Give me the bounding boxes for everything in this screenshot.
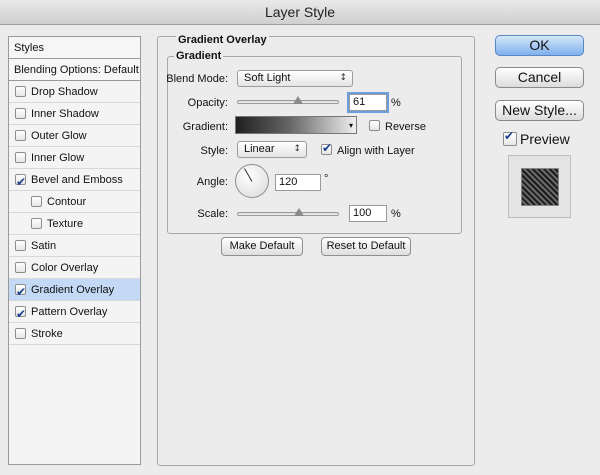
checkbox[interactable] — [15, 171, 26, 193]
reset-to-default-button[interactable]: Reset to Default — [321, 237, 411, 256]
list-item-label: Drop Shadow — [31, 85, 98, 98]
scale-slider[interactable] — [237, 212, 339, 216]
scale-label: Scale: — [197, 208, 228, 220]
scale-input[interactable]: 100 — [349, 205, 387, 222]
checkbox[interactable] — [15, 262, 26, 273]
checkbox[interactable] — [31, 196, 42, 207]
chevron-updown-icon: ↕ — [293, 144, 301, 154]
blend-mode-label: Blend Mode: — [166, 73, 228, 85]
list-item-label: Bevel and Emboss — [31, 173, 123, 186]
list-item-texture[interactable]: Texture — [9, 213, 140, 235]
preview-swatch — [520, 167, 559, 206]
list-item-label: Contour — [47, 195, 87, 208]
list-item-label: Outer Glow — [31, 129, 87, 142]
panel-title: Gradient Overlay — [176, 34, 269, 46]
list-item-drop-shadow[interactable]: Drop Shadow — [9, 81, 140, 103]
checkbox[interactable] — [15, 328, 26, 339]
ok-button[interactable]: OK — [495, 35, 584, 56]
list-item-color-overlay[interactable]: Color Overlay — [9, 257, 140, 279]
list-item-bevel-and-emboss[interactable]: Bevel and Emboss — [9, 169, 140, 193]
cancel-button[interactable]: Cancel — [495, 67, 584, 88]
list-item-label: Color Overlay — [31, 261, 99, 274]
checkbox[interactable] — [15, 152, 26, 163]
angle-dial[interactable] — [235, 164, 269, 198]
gradient-label: Gradient: — [182, 121, 228, 133]
blend-mode-value: Soft Light — [244, 72, 291, 84]
align-with-layer-label: Align with Layer — [337, 145, 415, 157]
style-value: Linear — [244, 143, 275, 155]
checkbox[interactable] — [15, 86, 26, 97]
blend-mode-select[interactable]: Soft Light ↕ — [237, 70, 353, 87]
checkbox[interactable] — [15, 281, 26, 303]
checkbox[interactable] — [15, 303, 26, 325]
opacity-input[interactable]: 61 — [347, 92, 389, 113]
scale-unit: % — [391, 208, 401, 220]
styles-list: Styles Blending Options: Default Drop Sh… — [8, 36, 141, 465]
blending-options-item[interactable]: Blending Options: Default — [9, 59, 140, 81]
preview-thumbnail — [508, 155, 571, 218]
window-title: Layer Style — [0, 0, 600, 25]
checkbox[interactable] — [15, 130, 26, 141]
list-item-label: Texture — [47, 217, 84, 230]
align-with-layer-checkbox[interactable] — [321, 141, 332, 155]
list-item-inner-glow[interactable]: Inner Glow — [9, 147, 140, 169]
preview-label: Preview — [520, 131, 570, 147]
list-item-pattern-overlay[interactable]: Pattern Overlay — [9, 301, 140, 325]
opacity-label: Opacity: — [187, 97, 228, 109]
style-label: Style: — [200, 145, 228, 157]
opacity-unit: % — [391, 97, 401, 109]
scale-slider-thumb[interactable] — [294, 208, 304, 216]
chevron-updown-icon: ↕ — [339, 73, 347, 83]
reverse-checkbox[interactable] — [369, 120, 380, 131]
list-item-label: Satin — [31, 239, 57, 252]
list-item-satin[interactable]: Satin — [9, 235, 140, 257]
list-item-label: Inner Glow — [31, 151, 85, 164]
list-item-stroke[interactable]: Stroke — [9, 323, 140, 345]
checkbox[interactable] — [31, 218, 42, 229]
list-item-label: Inner Shadow — [31, 107, 99, 120]
gradient-picker[interactable] — [235, 116, 357, 134]
angle-input[interactable]: 120 — [275, 174, 321, 191]
angle-indicator — [244, 168, 253, 182]
list-item-outer-glow[interactable]: Outer Glow — [9, 125, 140, 147]
list-item-gradient-overlay[interactable]: Gradient Overlay — [9, 279, 140, 303]
style-select[interactable]: Linear ↕ — [237, 141, 307, 158]
checkbox[interactable] — [15, 240, 26, 251]
list-item-label: Pattern Overlay — [31, 305, 108, 318]
new-style-button[interactable]: New Style... — [495, 100, 584, 121]
opacity-slider-thumb[interactable] — [293, 96, 303, 104]
list-item-contour[interactable]: Contour — [9, 191, 140, 213]
preview-checkbox[interactable] — [503, 129, 517, 146]
list-item-label: Stroke — [31, 327, 63, 340]
reverse-label: Reverse — [385, 121, 426, 133]
styles-header[interactable]: Styles — [9, 37, 140, 59]
list-item-inner-shadow[interactable]: Inner Shadow — [9, 103, 140, 125]
list-item-label: Gradient Overlay — [31, 283, 115, 296]
checkbox[interactable] — [15, 108, 26, 119]
dialog: Styles Blending Options: Default Drop Sh… — [0, 25, 600, 475]
make-default-button[interactable]: Make Default — [221, 237, 303, 256]
gradient-section-title: Gradient — [174, 50, 224, 62]
angle-label: Angle: — [196, 176, 228, 188]
angle-unit: ° — [324, 173, 329, 185]
dropdown-arrow-icon[interactable]: ▾ — [349, 121, 353, 130]
opacity-slider[interactable] — [237, 100, 339, 104]
